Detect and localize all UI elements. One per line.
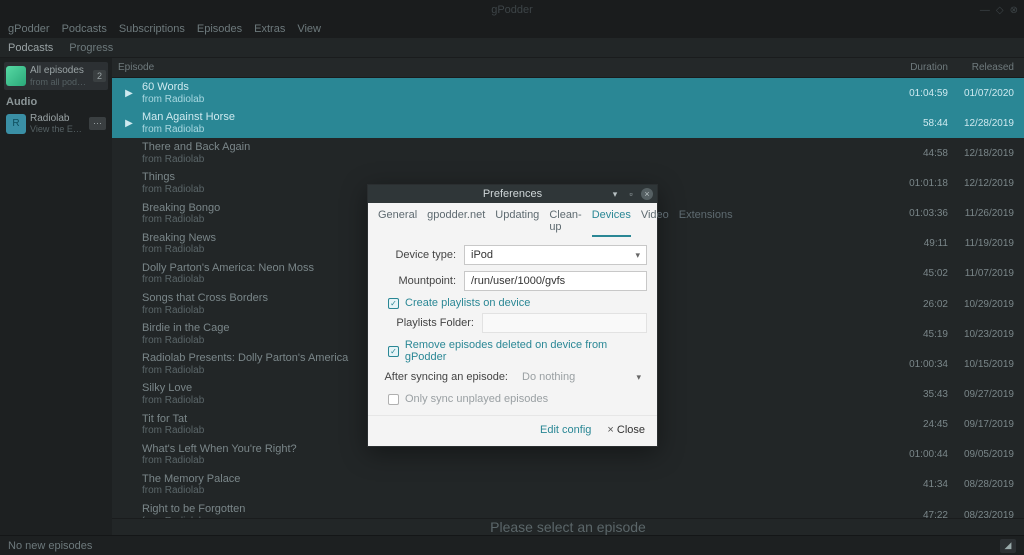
device-type-label: Device type: [378, 249, 456, 261]
dialog-body: Device type: iPod Mountpoint: /run/user/… [368, 237, 657, 415]
mountpoint-label: Mountpoint: [378, 275, 456, 287]
mountpoint-input[interactable]: /run/user/1000/gvfs [464, 271, 647, 291]
device-type-select[interactable]: iPod [464, 245, 647, 265]
close-button[interactable]: Close [607, 424, 645, 436]
mountpoint-value: /run/user/1000/gvfs [471, 275, 565, 287]
dialog-max-icon[interactable]: ▫ [625, 188, 637, 200]
dialog-tabs: General gpodder.net Updating Clean-up Device… [368, 203, 657, 237]
pref-tab-video[interactable]: Video [641, 209, 669, 237]
only-unplayed-checkbox[interactable] [388, 394, 399, 405]
create-playlists-row[interactable]: ✓ Create playlists on device [388, 297, 647, 309]
playlists-folder-label: Playlists Folder: [378, 317, 474, 329]
remove-deleted-checkbox[interactable]: ✓ [388, 346, 399, 357]
remove-deleted-label: Remove episodes deleted on device from g… [405, 339, 647, 363]
dialog-titlebar: Preferences ▾ ▫ × [368, 185, 657, 203]
playlists-folder-input[interactable] [482, 313, 647, 333]
after-sync-select[interactable]: Do nothing [516, 367, 647, 387]
remove-deleted-row[interactable]: ✓ Remove episodes deleted on device from… [388, 339, 647, 363]
preferences-dialog: Preferences ▾ ▫ × General gpodder.net Upda… [367, 184, 658, 447]
after-sync-label: After syncing an episode: [378, 371, 508, 383]
only-unplayed-row[interactable]: Only sync unplayed episodes [388, 393, 647, 405]
pref-tab-clean-up[interactable]: Clean-up [549, 209, 581, 237]
create-playlists-checkbox[interactable]: ✓ [388, 298, 399, 309]
dialog-footer: Edit config Close [368, 415, 657, 446]
dialog-rollup-icon[interactable]: ▾ [609, 188, 621, 200]
pref-tab-updating[interactable]: Updating [495, 209, 539, 237]
create-playlists-label: Create playlists on device [405, 297, 530, 309]
edit-config-button[interactable]: Edit config [540, 424, 591, 436]
after-sync-value: Do nothing [522, 371, 575, 383]
pref-tab-general[interactable]: General [378, 209, 417, 237]
dialog-title: Preferences [483, 188, 542, 200]
pref-tab-extensions[interactable]: Extensions [679, 209, 733, 237]
device-type-value: iPod [471, 249, 493, 261]
only-unplayed-label: Only sync unplayed episodes [405, 393, 548, 405]
pref-tab-gpodder-net[interactable]: gpodder.net [427, 209, 485, 237]
dialog-close-icon[interactable]: × [641, 188, 653, 200]
pref-tab-devices[interactable]: Devices [592, 209, 631, 237]
